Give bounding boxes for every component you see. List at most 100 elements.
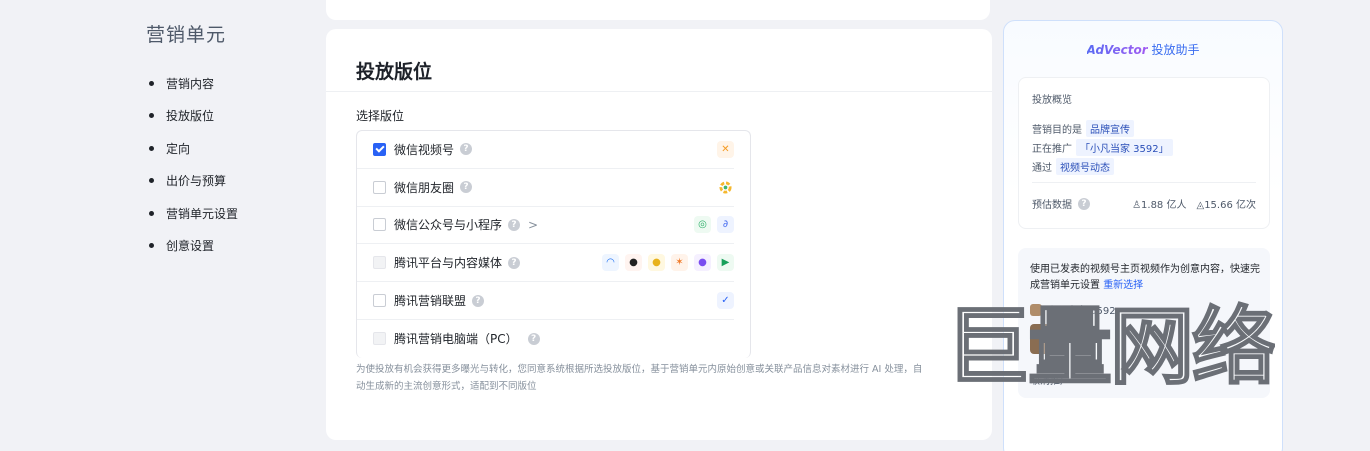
help-icon[interactable]: ? xyxy=(508,218,521,231)
bullet-icon xyxy=(149,243,154,249)
estimate-label-group: 预估数据 ? xyxy=(1032,196,1090,211)
help-icon[interactable]: ? xyxy=(508,256,521,269)
overview-card: 投放概览 营销目的是 品牌宣传 正在推广 「小凡当家 3592」 通过 视频号动… xyxy=(1018,77,1270,229)
nav-item-label: 投放版位 xyxy=(166,109,215,124)
media-icons: ◎ ∂ xyxy=(694,216,734,234)
estimate-views: ◬15.66 亿次 xyxy=(1196,200,1256,211)
nav-item-label: 创意设置 xyxy=(166,239,215,254)
kandian-icon: ● xyxy=(694,254,711,272)
avatar xyxy=(1030,303,1042,316)
wechat-moments-icon xyxy=(717,178,734,196)
media-icons: ◠ ● ● ✶ ● ▶ xyxy=(602,254,734,272)
notice-line: 动生成新的主流创意形式，适配到不同版位 xyxy=(356,381,537,392)
placement-row-tencent-platform-media[interactable]: 腾讯平台与内容媒体 ? ◠ ● ● ✶ ● ▶ xyxy=(357,244,734,283)
nav-item-label: 出价与预算 xyxy=(166,174,227,189)
qq-icon: ● xyxy=(625,254,642,272)
estimate-values: ♙1.88 亿人 ◬15.66 亿次 xyxy=(1132,196,1256,211)
ai-processing-notice: 为使投放有机会获得更多曝光与转化，您同意系统根据所选投放版位，基于营销单元内原始… xyxy=(356,361,966,395)
browser-icon: ✶ xyxy=(671,254,688,272)
media-icons: ✕ xyxy=(717,140,734,158)
checkbox[interactable] xyxy=(373,142,386,156)
overview-promoting: 正在推广 「小凡当家 3592」 xyxy=(1032,139,1173,156)
nav-title: 营销单元 xyxy=(146,24,227,46)
checkbox[interactable] xyxy=(373,332,386,346)
bullet-icon xyxy=(149,113,154,119)
page-title: 投放版位 xyxy=(356,61,433,83)
placement-row-wechat-moments[interactable]: 微信朋友圈 ? xyxy=(357,169,734,207)
nav-item-unit-settings[interactable]: 营销单元设置 xyxy=(146,197,316,230)
promoting-label: 正在推广 xyxy=(1032,144,1072,155)
checkbox[interactable] xyxy=(373,218,386,232)
help-icon[interactable]: ? xyxy=(472,294,485,307)
cancel-label: 取消推广 xyxy=(1030,376,1070,387)
divider xyxy=(326,91,992,92)
estimate-label: 预估数据 xyxy=(1032,200,1072,211)
placement-label: 腾讯营销电脑端（PC） xyxy=(394,332,518,347)
placement-label: 腾讯营销联盟 xyxy=(394,294,467,309)
placement-card: 投放版位 选择版位 微信视频号 ? ✕ 微信朋友圈 ? 微信公众号与小程序 ? xyxy=(326,29,992,440)
goal-value: 品牌宣传 xyxy=(1086,120,1134,137)
channel-row: 小凡当家 3592 xyxy=(1030,302,1116,317)
notice-line: 为使投放有机会获得更多曝光与转化，您同意系统根据所选投放版位，基于营销单元内原始… xyxy=(356,364,923,375)
checkbox[interactable] xyxy=(373,294,386,308)
checkbox[interactable] xyxy=(373,180,386,194)
section-label: 选择版位 xyxy=(356,109,405,123)
bullet-icon xyxy=(149,210,154,216)
official-account-icon: ◎ xyxy=(694,216,711,234)
nav-item-placement[interactable]: 投放版位 xyxy=(146,100,316,133)
placement-row-tencent-pc[interactable]: 腾讯营销电脑端（PC） ? xyxy=(357,320,734,358)
divider xyxy=(1032,182,1256,183)
bullet-icon xyxy=(149,80,154,86)
nav-item-bid-budget[interactable]: 出价与预算 xyxy=(146,165,316,198)
nav-item-marketing-content[interactable]: 营销内容 xyxy=(146,67,316,100)
promoting-value: 「小凡当家 3592」 xyxy=(1076,139,1173,156)
nav-item-label: 定向 xyxy=(166,141,191,156)
placement-list: 微信视频号 ? ✕ 微信朋友圈 ? 微信公众号与小程序 ? > ◎ ∂ 腾讯平台… xyxy=(356,130,751,358)
placement-row-wechat-channels[interactable]: 微信视频号 ? ✕ xyxy=(357,131,734,169)
reselect-link[interactable]: 重新选择 xyxy=(1103,280,1143,291)
placement-row-tencent-ad-network[interactable]: 腾讯营销联盟 ? ✓ xyxy=(357,282,734,320)
channel-name: 小凡当家 3592 xyxy=(1047,306,1116,317)
tencent-video-icon: ◠ xyxy=(602,254,619,272)
mini-program-icon: ∂ xyxy=(717,216,734,234)
bullet-icon xyxy=(149,178,154,184)
overview-title: 投放概览 xyxy=(1032,95,1072,106)
placement-label: 微信公众号与小程序 xyxy=(394,218,503,233)
advector-assistant-panel: AdVector 投放助手 投放概览 营销目的是 品牌宣传 正在推广 「小凡当家… xyxy=(1003,20,1283,451)
tip-message: 使用已发表的视频号主页视频作为创意内容，快速完成营销单元设置 xyxy=(1030,264,1260,291)
users-icon: ♙ xyxy=(1132,200,1142,211)
nav-list: 营销内容 投放版位 定向 出价与预算 营销单元设置 创意设置 xyxy=(146,67,316,262)
help-icon[interactable]: ? xyxy=(1078,197,1090,210)
placement-label: 微信朋友圈 xyxy=(394,180,455,195)
previous-card-edge xyxy=(326,0,990,20)
placement-row-wechat-official-miniprogram[interactable]: 微信公众号与小程序 ? > ◎ ∂ xyxy=(357,207,734,245)
bullet-icon xyxy=(149,145,154,151)
nav-item-targeting[interactable]: 定向 xyxy=(146,132,316,165)
overview-goal: 营销目的是 品牌宣传 xyxy=(1032,120,1134,137)
media-icons: ✓ xyxy=(717,292,734,310)
nav-item-label: 营销单元设置 xyxy=(166,206,239,221)
assistant-brand: AdVector xyxy=(1086,43,1148,57)
wechat-channels-icon: ✕ xyxy=(717,140,734,158)
video-thumbnail[interactable] xyxy=(1030,324,1056,354)
checkbox[interactable] xyxy=(373,256,386,270)
play-icon: ▶ xyxy=(717,254,734,272)
placement-label: 腾讯平台与内容媒体 xyxy=(394,256,503,271)
estimate-users: ♙1.88 亿人 xyxy=(1132,200,1187,211)
tip-text: 使用已发表的视频号主页视频作为创意内容，快速完成营销单元设置 重新选择 xyxy=(1030,262,1260,294)
media-icons xyxy=(717,178,734,196)
cancel-promotion[interactable]: 取消推广 xyxy=(1030,372,1070,387)
placement-label: 微信视频号 xyxy=(394,142,455,157)
via-label: 通过 xyxy=(1032,163,1052,174)
help-icon[interactable]: ? xyxy=(460,143,473,156)
nav-item-label: 营销内容 xyxy=(166,76,215,91)
quick-setup-tip: 使用已发表的视频号主页视频作为创意内容，快速完成营销单元设置 重新选择 小凡当家… xyxy=(1018,248,1270,398)
help-icon[interactable]: ? xyxy=(460,181,473,194)
assistant-title-suffix: 投放助手 xyxy=(1147,43,1200,57)
left-nav: 营销单元 营销内容 投放版位 定向 出价与预算 营销单元设置 创意设置 xyxy=(146,20,316,262)
help-icon[interactable]: ? xyxy=(527,332,540,345)
chevron-right-icon[interactable]: > xyxy=(528,218,538,232)
news-icon: ● xyxy=(648,254,665,272)
via-value: 视频号动态 xyxy=(1056,158,1114,175)
nav-item-creative-settings[interactable]: 创意设置 xyxy=(146,230,316,263)
